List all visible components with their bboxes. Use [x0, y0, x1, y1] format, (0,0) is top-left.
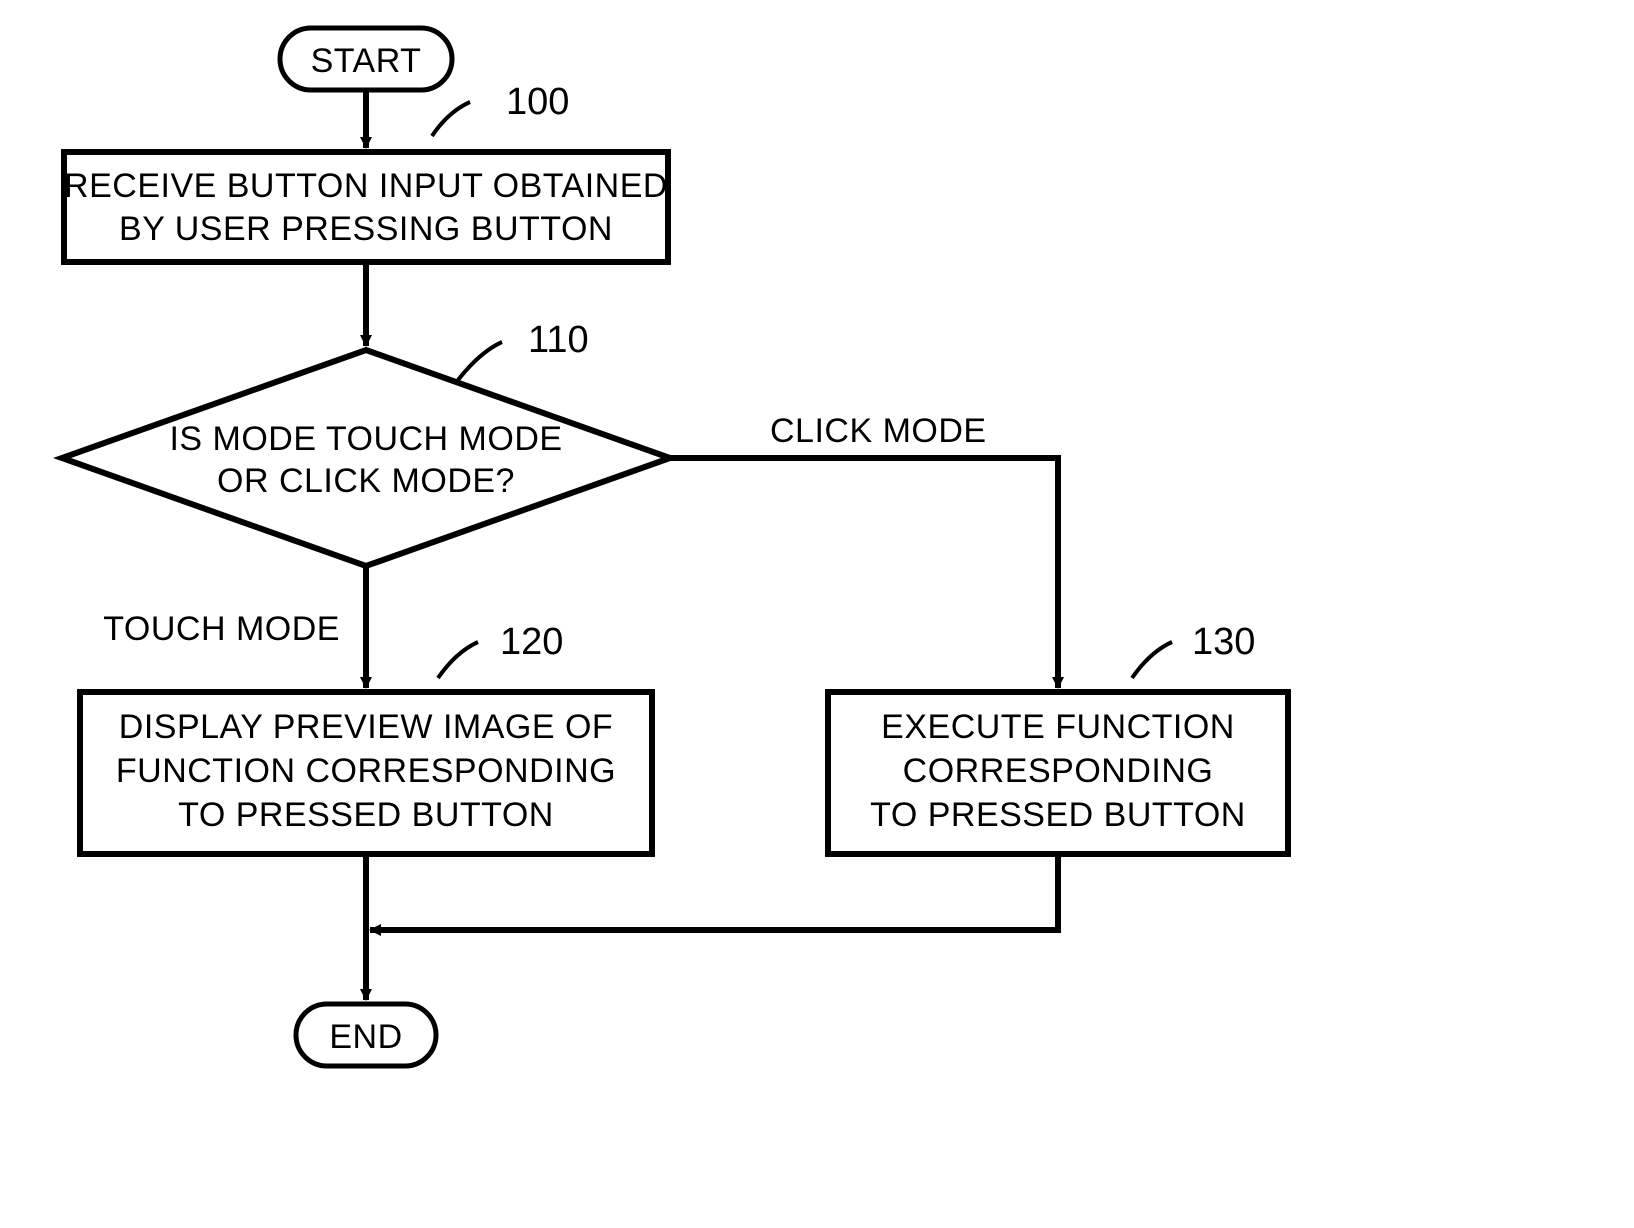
- branch-click-label: CLICK MODE: [770, 412, 987, 450]
- ref-leader-110: 110: [458, 319, 589, 380]
- decision-110: IS MODE TOUCH MODE OR CLICK MODE?: [62, 350, 670, 566]
- start-label: START: [311, 42, 422, 80]
- end-label: END: [329, 1018, 402, 1056]
- n100-line1: RECEIVE BUTTON INPUT OBTAINED: [64, 167, 668, 205]
- n120-line2: FUNCTION CORRESPONDING: [116, 752, 616, 790]
- ref-130: 130: [1192, 621, 1255, 663]
- n130-line2: CORRESPONDING: [903, 752, 1214, 790]
- process-130: EXECUTE FUNCTION CORRESPONDING TO PRESSE…: [828, 692, 1288, 854]
- n100-line2: BY USER PRESSING BUTTON: [119, 210, 613, 248]
- process-100: RECEIVE BUTTON INPUT OBTAINED BY USER PR…: [64, 152, 668, 262]
- n130-line1: EXECUTE FUNCTION: [881, 708, 1235, 746]
- n130-line3: TO PRESSED BUTTON: [870, 796, 1246, 834]
- ref-110: 110: [528, 319, 589, 361]
- terminal-end: END: [296, 1004, 436, 1066]
- n120-line3: TO PRESSED BUTTON: [178, 796, 554, 834]
- arrow-130-merge: [370, 854, 1058, 930]
- process-120: DISPLAY PREVIEW IMAGE OF FUNCTION CORRES…: [80, 692, 652, 854]
- arrow-110-to-130: [670, 458, 1058, 688]
- ref-100: 100: [506, 81, 569, 123]
- n110-line2: OR CLICK MODE?: [217, 462, 515, 500]
- terminal-start: START: [280, 28, 452, 90]
- ref-leader-100: 100: [432, 81, 569, 136]
- branch-touch-label: TOUCH MODE: [103, 610, 340, 648]
- ref-120: 120: [500, 621, 563, 663]
- ref-leader-130: 130: [1132, 621, 1255, 678]
- ref-leader-120: 120: [438, 621, 563, 678]
- n110-line1: IS MODE TOUCH MODE: [169, 420, 562, 458]
- flowchart: START 100 RECEIVE BUTTON INPUT OBTAINED …: [0, 0, 1634, 1228]
- n120-line1: DISPLAY PREVIEW IMAGE OF: [119, 708, 613, 746]
